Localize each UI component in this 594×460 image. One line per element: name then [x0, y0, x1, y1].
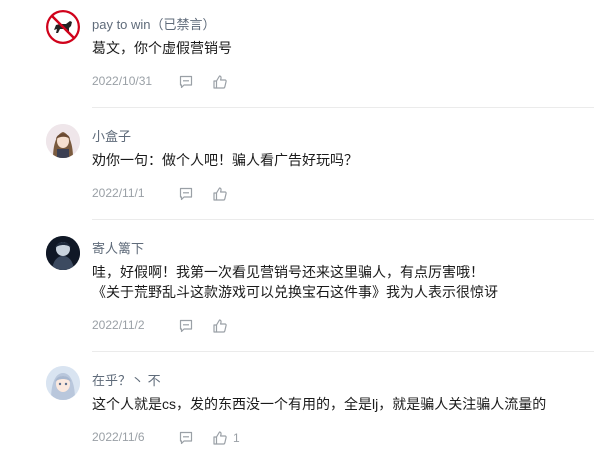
comment-text: 哇，好假啊！我第一次看见营销号还来这里骗人，有点厉害哦！ 《关于荒野乱斗这款游戏… [92, 262, 498, 302]
comment-author[interactable]: 小盒子 [92, 126, 131, 145]
thumbs-up-icon[interactable] [212, 74, 228, 90]
comment-text: 这个人就是cs，发的东西没一个有用的，全是lj，就是骗人关注骗人流量的 [92, 394, 546, 414]
comment-line: 《关于荒野乱斗这款游戏可以兑换宝石这件事》我为人表示很惊讶 [92, 284, 498, 300]
author-name[interactable]: pay to win [92, 17, 151, 32]
comment-meta: 2022/11/1 [92, 186, 392, 204]
avatar[interactable] [46, 366, 80, 400]
dark-figure-avatar-icon [46, 236, 80, 270]
comment-icon[interactable] [178, 186, 194, 202]
avatar[interactable] [46, 124, 80, 158]
comment-icon[interactable] [178, 74, 194, 90]
comment-line: 劝你一句：做个人吧！骗人看广告好玩吗？ [92, 152, 358, 168]
comment-line: 葛文，你个虚假营销号 [92, 40, 232, 56]
avatar[interactable] [46, 236, 80, 270]
comment-text: 葛文，你个虚假营销号 [92, 38, 232, 58]
comment-date: 2022/11/1 [92, 186, 145, 200]
comment-author[interactable]: 寄人篱下 [92, 238, 144, 257]
comment-date: 2022/10/31 [92, 74, 153, 88]
comment-date: 2022/11/6 [92, 430, 145, 444]
author-name[interactable]: 在乎？丶 不 [92, 373, 161, 388]
anime-girl-avatar-icon [46, 366, 80, 400]
comment-line: 哇，好假啊！我第一次看见营销号还来这里骗人，有点厉害哦！ [92, 264, 484, 280]
thumbs-up-icon[interactable] [212, 186, 228, 202]
divider [92, 219, 594, 220]
like-count: 1 [233, 431, 240, 445]
divider [92, 107, 594, 108]
comment-author[interactable]: pay to win（已禁言） [92, 14, 216, 33]
author-name[interactable]: 小盒子 [92, 129, 131, 144]
anime-girl-avatar-icon [46, 124, 80, 158]
comment-meta: 2022/11/6 1 [92, 430, 392, 448]
comment-text: 劝你一句：做个人吧！骗人看广告好玩吗？ [92, 150, 358, 170]
banned-status: （已禁言） [150, 17, 216, 32]
comment-meta: 2022/11/2 [92, 318, 392, 336]
comment-icon[interactable] [178, 430, 194, 446]
comment-icon[interactable] [178, 318, 194, 334]
divider [92, 351, 594, 352]
no-dog-sign-icon [46, 10, 80, 44]
avatar[interactable] [46, 10, 80, 44]
thumbs-up-icon[interactable] [212, 430, 228, 446]
comment-date: 2022/11/2 [92, 318, 145, 332]
author-name[interactable]: 寄人篱下 [92, 241, 144, 256]
comment-author[interactable]: 在乎？丶 不 [92, 370, 161, 389]
comment-line: 这个人就是cs，发的东西没一个有用的，全是lj，就是骗人关注骗人流量的 [92, 396, 547, 412]
comment-meta: 2022/10/31 [92, 74, 392, 92]
thumbs-up-icon[interactable] [212, 318, 228, 334]
